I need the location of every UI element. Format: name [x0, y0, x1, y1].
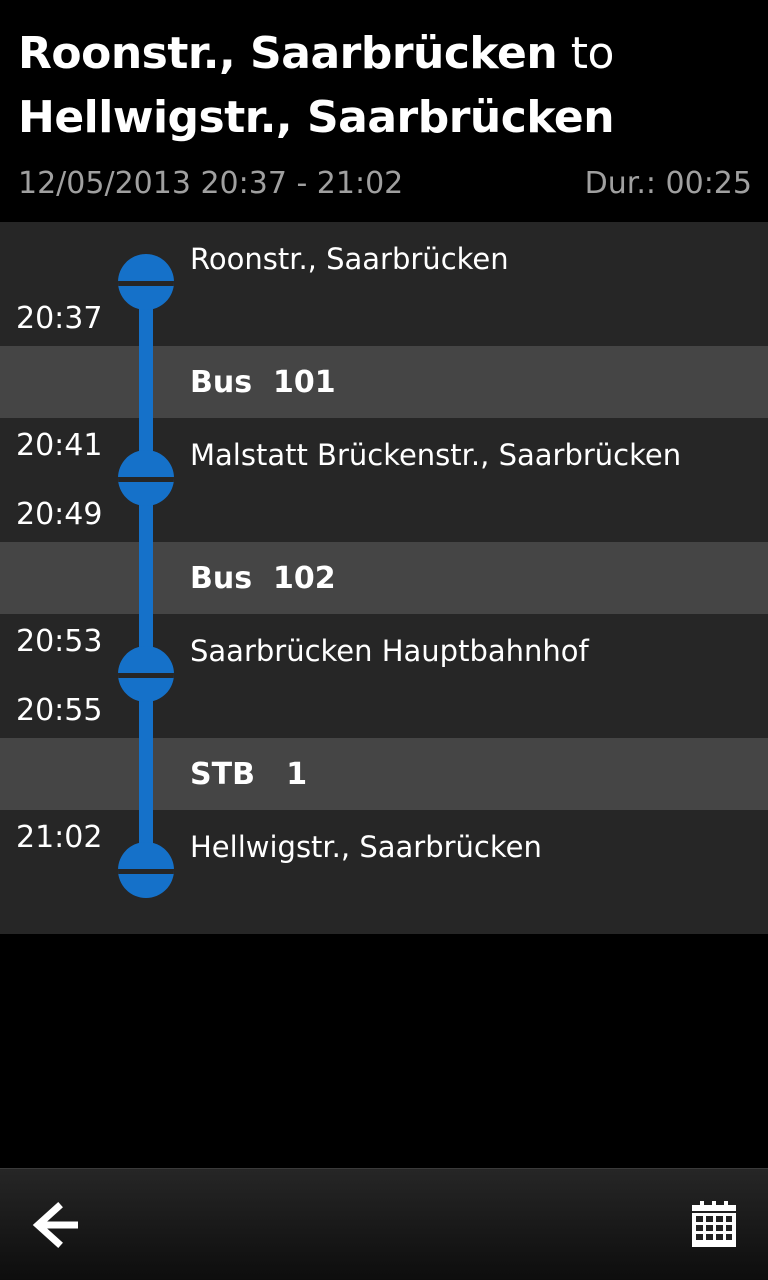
stop-marker-icon	[118, 842, 174, 898]
arrival-time: 20:53	[16, 624, 103, 659]
stop-name: Saarbrücken Hauptbahnhof	[190, 634, 589, 668]
line-label: Bus 101	[190, 365, 336, 400]
stop-name: Roonstr., Saarbrücken	[190, 242, 509, 276]
back-arrow-icon	[32, 1202, 78, 1248]
stop-row[interactable]: 20:41 Malstatt Brückenstr., Saarbrücken …	[0, 418, 768, 542]
bottom-toolbar	[0, 1168, 768, 1280]
arrival-time: 21:02	[16, 820, 103, 855]
connection-detail-screen: Roonstr., Saarbrücken to Hellwigstr., Sa…	[0, 0, 768, 1280]
route-line	[139, 278, 153, 870]
leg-row[interactable]: STB 1	[0, 738, 768, 810]
stop-row[interactable]: 20:53 Saarbrücken Hauptbahnhof 20:55	[0, 614, 768, 738]
leg-row[interactable]: Bus 102	[0, 542, 768, 614]
stop-row[interactable]: Roonstr., Saarbrücken 20:37	[0, 222, 768, 346]
departure-time: 20:55	[16, 693, 103, 728]
stop-name: Hellwigstr., Saarbrücken	[190, 830, 542, 864]
calendar-icon	[692, 1201, 736, 1247]
origin-station: Roonstr., Saarbrücken	[18, 28, 558, 79]
stop-marker-icon	[118, 646, 174, 702]
calendar-button[interactable]	[690, 1201, 738, 1249]
line-label: STB 1	[190, 757, 308, 792]
destination-station: Hellwigstr., Saarbrücken	[18, 92, 615, 143]
leg-row[interactable]: Bus 101	[0, 346, 768, 418]
page-title: Roonstr., Saarbrücken to Hellwigstr., Sa…	[18, 22, 758, 150]
departure-time: 20:37	[16, 301, 103, 336]
stop-name: Malstatt Brückenstr., Saarbrücken	[190, 438, 682, 472]
back-button[interactable]	[22, 1195, 90, 1255]
arrival-time: 20:41	[16, 428, 103, 463]
stop-marker-icon	[118, 254, 174, 310]
stop-marker-icon	[118, 450, 174, 506]
line-label: Bus 102	[190, 561, 336, 596]
date-time-range: 12/05/2013 20:37 - 21:02	[18, 166, 404, 201]
header: Roonstr., Saarbrücken to Hellwigstr., Sa…	[0, 0, 768, 222]
stop-row[interactable]: 21:02 Hellwigstr., Saarbrücken	[0, 810, 768, 934]
departure-time: 20:49	[16, 497, 103, 532]
trip-duration: Dur.: 00:25	[584, 166, 752, 201]
route-timeline: Roonstr., Saarbrücken 20:37 Bus 101 20:4…	[0, 222, 768, 934]
title-connector: to	[570, 28, 615, 79]
